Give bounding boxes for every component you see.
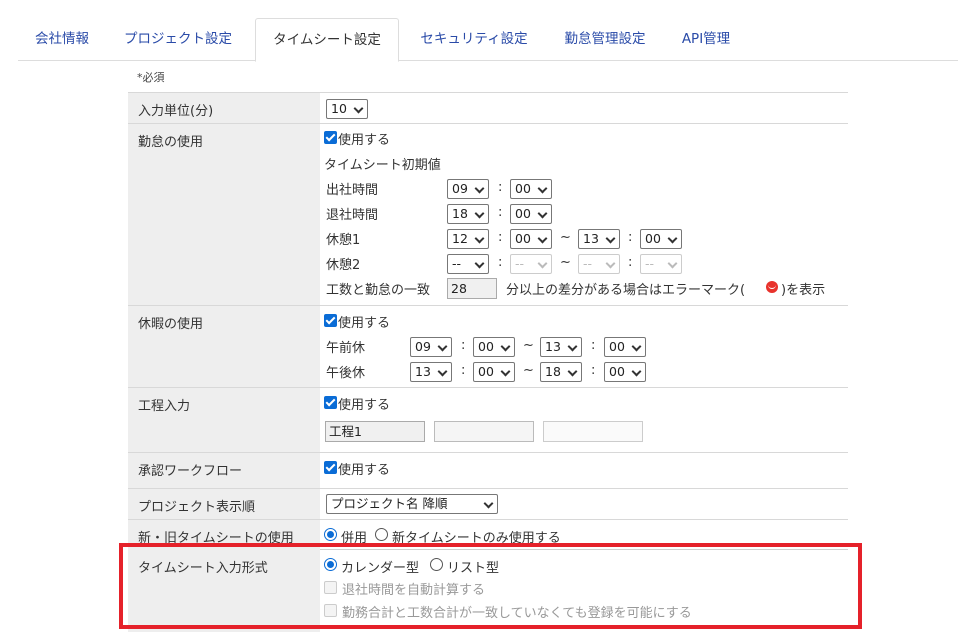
- project-order-label: プロジェクト表示順: [128, 489, 320, 519]
- row-workflow: 承認ワークフロー 使用する: [128, 452, 848, 488]
- break1-start-hour-select[interactable]: 12: [447, 229, 489, 249]
- colon: :: [591, 338, 596, 353]
- break2-start-minute-select: --: [510, 254, 552, 274]
- morning-off-label: 午前休: [326, 341, 366, 356]
- end-hour-select[interactable]: 18: [447, 204, 489, 224]
- am-end-minute-select[interactable]: 00: [604, 337, 646, 357]
- row-project-order: プロジェクト表示順 プロジェクト名 降順: [128, 488, 848, 519]
- project-order-select[interactable]: プロジェクト名 降順: [326, 494, 498, 514]
- row-leave: 休暇の使用 使用する 午前休 09 : 00 ~ 13 : 00 午後休 13 …: [128, 305, 848, 387]
- tilde: ~: [523, 338, 534, 353]
- am-start-hour-select[interactable]: 09: [410, 337, 452, 357]
- colon: :: [498, 180, 503, 195]
- colon: :: [498, 205, 503, 220]
- pm-start-hour-select[interactable]: 13: [410, 362, 452, 382]
- afternoon-off-label: 午後休: [326, 366, 366, 381]
- start-time-label: 出社時間: [326, 183, 379, 198]
- end-time-label: 退社時間: [326, 208, 379, 223]
- break2-end-minute-select: --: [640, 254, 682, 274]
- colon: :: [461, 338, 466, 353]
- tilde: ~: [560, 255, 571, 270]
- timesheet-version-new-radio[interactable]: [375, 528, 388, 541]
- leave-use-label: 使用する: [338, 316, 391, 331]
- break2-end-hour-select: --: [578, 254, 620, 274]
- pm-start-minute-select[interactable]: 00: [473, 362, 515, 382]
- tilde: ~: [523, 363, 534, 378]
- break1-label: 休憩1: [326, 233, 361, 248]
- am-start-minute-select[interactable]: 00: [473, 337, 515, 357]
- break1-end-minute-select[interactable]: 00: [640, 229, 682, 249]
- colon: :: [591, 363, 596, 378]
- diff-suffix-label-end: )を表示: [781, 283, 826, 298]
- input-unit-label: 入力単位(分): [128, 93, 320, 123]
- colon: :: [628, 255, 633, 270]
- timesheet-initial-label: タイムシート初期値: [324, 158, 441, 173]
- colon: :: [498, 255, 503, 270]
- process-use-checkbox[interactable]: [324, 396, 337, 409]
- attendance-use-checkbox[interactable]: [324, 131, 337, 144]
- tab-company-info[interactable]: 会社情報: [18, 18, 106, 61]
- workflow-use-checkbox[interactable]: [324, 461, 337, 474]
- pm-end-hour-select[interactable]: 18: [540, 362, 582, 382]
- attendance-use-label: 使用する: [338, 133, 391, 148]
- process-input-2[interactable]: [434, 421, 534, 442]
- tab-attendance-settings[interactable]: 勤怠管理設定: [550, 18, 660, 61]
- start-minute-select[interactable]: 00: [510, 179, 552, 199]
- process-input-1[interactable]: 工程1: [325, 421, 425, 442]
- timesheet-version-both-radio[interactable]: [324, 528, 337, 541]
- tab-api-management[interactable]: API管理: [670, 18, 742, 61]
- diff-suffix-label: 分以上の差分がある場合はエラーマーク(: [506, 283, 746, 298]
- workflow-label: 承認ワークフロー: [128, 453, 320, 488]
- break2-start-hour-select[interactable]: --: [447, 254, 489, 274]
- am-end-hour-select[interactable]: 13: [540, 337, 582, 357]
- process-label: 工程入力: [128, 388, 320, 452]
- pm-end-minute-select[interactable]: 00: [604, 362, 646, 382]
- colon: :: [628, 230, 633, 245]
- break2-label: 休憩2: [326, 258, 361, 273]
- leave-use-checkbox[interactable]: [324, 314, 337, 327]
- start-hour-select[interactable]: 09: [447, 179, 489, 199]
- tab-timesheet-settings[interactable]: タイムシート設定: [255, 18, 399, 62]
- tab-project-settings[interactable]: プロジェクト設定: [112, 18, 244, 61]
- process-input-3[interactable]: [543, 421, 643, 442]
- tilde: ~: [560, 230, 571, 245]
- tab-security-settings[interactable]: セキュリティ設定: [406, 18, 542, 61]
- colon: :: [461, 363, 466, 378]
- error-face-icon: [766, 281, 778, 293]
- diff-minutes-input[interactable]: 28: [447, 278, 497, 299]
- end-minute-select[interactable]: 00: [510, 204, 552, 224]
- highlight-box: [119, 543, 862, 629]
- row-input-unit: 入力単位(分) 10: [128, 92, 848, 123]
- row-attendance: 勤怠の使用 使用する タイムシート初期値 出社時間 09 : 00 退社時間 1…: [128, 123, 848, 305]
- diff-prefix-label: 工数と勤怠の一致: [326, 283, 431, 298]
- row-process: 工程入力 使用する 工程1: [128, 387, 848, 452]
- colon: :: [498, 230, 503, 245]
- break1-start-minute-select[interactable]: 00: [510, 229, 552, 249]
- break1-end-hour-select[interactable]: 13: [578, 229, 620, 249]
- required-note: *必須: [137, 71, 165, 84]
- input-unit-select[interactable]: 10: [326, 99, 368, 119]
- leave-label: 休暇の使用: [128, 306, 320, 387]
- settings-tabs: 会社情報 プロジェクト設定 タイムシート設定 セキュリティ設定 勤怠管理設定 A…: [18, 18, 958, 62]
- attendance-label: 勤怠の使用: [128, 124, 320, 305]
- workflow-use-label: 使用する: [338, 463, 391, 478]
- process-use-label: 使用する: [338, 398, 391, 413]
